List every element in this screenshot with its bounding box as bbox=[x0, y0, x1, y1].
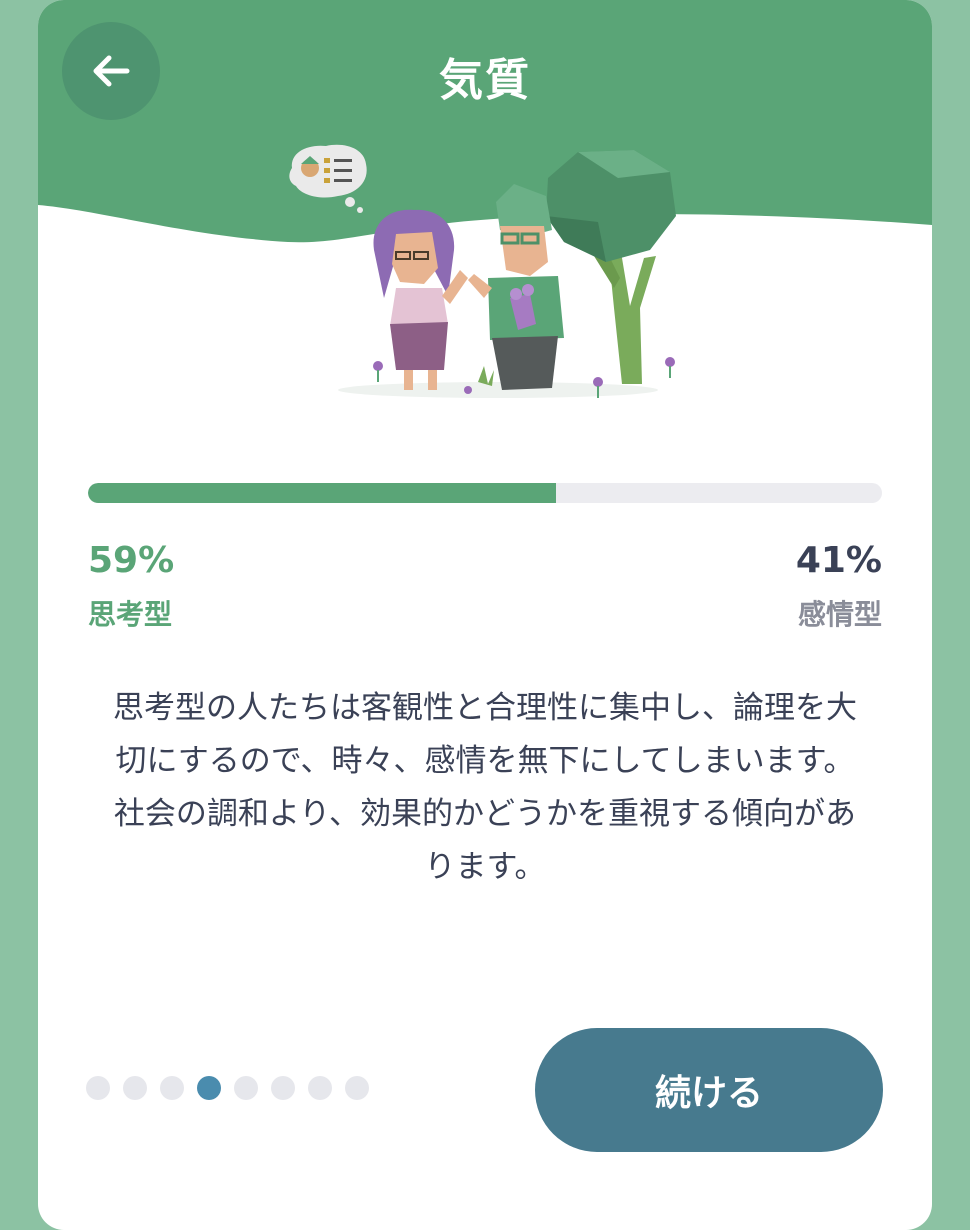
thought-bubble-icon bbox=[289, 144, 367, 213]
thinking-label: 思考型 bbox=[88, 598, 173, 631]
page-indicator bbox=[86, 1076, 369, 1100]
page-dot[interactable] bbox=[271, 1076, 295, 1100]
page-dot[interactable] bbox=[160, 1076, 184, 1100]
feeling-percent: 41% bbox=[795, 540, 882, 581]
feeling-label: 感情型 bbox=[797, 598, 882, 631]
page-dot[interactable] bbox=[234, 1076, 258, 1100]
page-title: 気質 bbox=[439, 55, 531, 106]
page-dot[interactable] bbox=[308, 1076, 332, 1100]
page-dot[interactable] bbox=[197, 1076, 221, 1100]
page-dot[interactable] bbox=[123, 1076, 147, 1100]
couple-illustration bbox=[289, 144, 676, 398]
trait-progress-fill bbox=[88, 483, 557, 503]
trait-progress-bar bbox=[88, 483, 882, 503]
page-dot[interactable] bbox=[345, 1076, 369, 1100]
tree-icon bbox=[546, 150, 676, 384]
thinking-percent: 59% bbox=[88, 540, 175, 581]
continue-button[interactable]: 続ける bbox=[535, 1028, 883, 1152]
woman-figure-icon bbox=[373, 209, 468, 390]
page-dot[interactable] bbox=[86, 1076, 110, 1100]
trait-description: 思考型の人たちは客観性と合理性に集中し、論理を大切にするので、時々、感情を無下に… bbox=[113, 690, 857, 885]
trait-card: 気質 59% 思考型 41% 感情型 思考型の人たちは客観性と合理性に集中し、論… bbox=[38, 0, 932, 1230]
